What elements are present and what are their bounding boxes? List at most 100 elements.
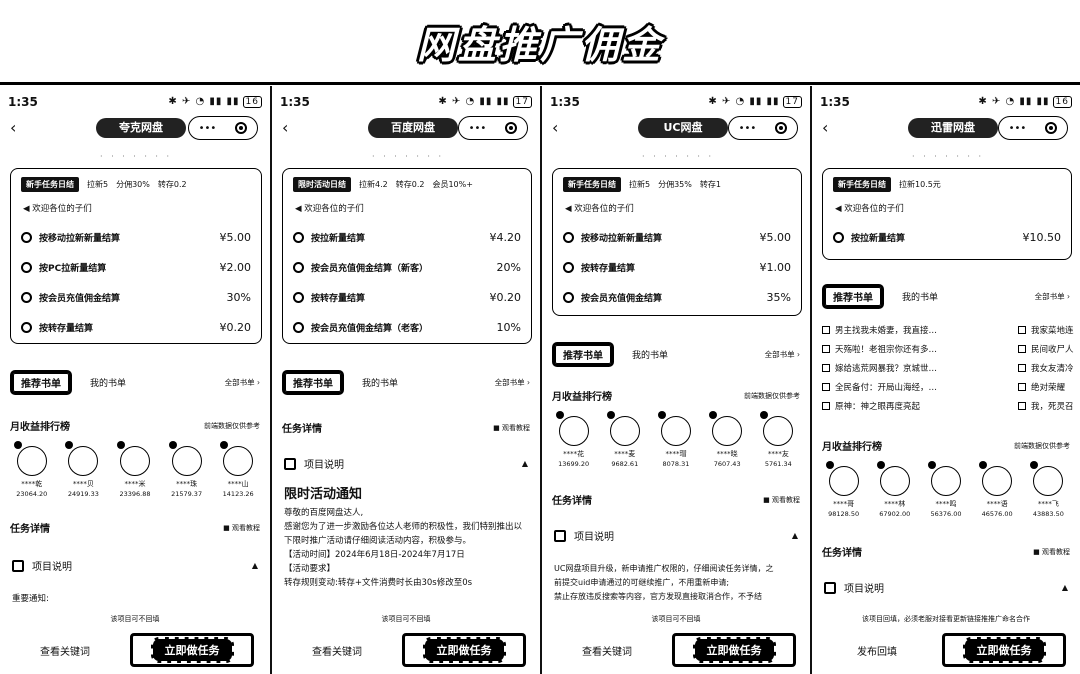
tab-my-books[interactable]: 我的书单 [362,376,398,389]
radio-icon [21,232,32,243]
keyword-button[interactable]: 查看关键词 [0,643,130,658]
doc-icon [284,457,296,470]
price-card: 新手任务日结 拉新5 分佣30% 转存0.2 ◀ 欢迎各位的子们 按移动拉新新量… [10,168,262,344]
radio-icon [293,262,304,273]
tab-my-books[interactable]: 我的书单 [632,348,668,361]
status-bar: 1:35 ✱ ✈ ◔ ▮▮ ▮▮ 16 [820,94,1072,110]
keyword-button[interactable]: 查看关键词 [272,643,402,658]
book-item[interactable]: 我家菜地连 [1018,320,1080,339]
keyword-button[interactable]: 查看关键词 [542,643,672,658]
row-price: ¥5.00 [759,231,792,244]
project-body: UC网盘项目升级，新申请推广权限的，仔细阅读任务详情，之 前提交uid申请通过的… [554,562,800,604]
close-target-icon[interactable] [775,122,788,134]
rank-item: ****哥 98128.50 [821,461,867,518]
do-task-label: 立即做任务 [150,637,234,663]
tab-recommended[interactable]: 推荐书单 [552,342,614,367]
back-icon[interactable]: ‹ [10,118,16,137]
tutorial-link[interactable]: ■ 观看教程 [493,423,530,433]
tag: 转存0.2 [157,180,187,189]
tutorial-link[interactable]: ■ 观看教程 [1033,547,1070,557]
do-task-button[interactable]: 立即做任务 [942,633,1066,667]
project-header[interactable]: 项目说明 ▲ [284,456,528,471]
book-icon [822,401,830,410]
rank-item: ****飞 43883.50 [1025,461,1071,518]
project-header[interactable]: 项目说明 ▲ [824,580,1068,595]
mini-capsule[interactable]: ••• [998,116,1068,140]
project-header[interactable]: 项目说明 ▲ [554,528,798,543]
more-icon[interactable]: ••• [739,123,757,134]
mini-capsule[interactable]: ••• [188,116,258,140]
rank-amount: 24919.33 [67,490,99,498]
tag: 拉新4.2 [359,180,388,189]
back-icon[interactable]: ‹ [282,118,288,137]
rank-amount: 9682.61 [611,460,639,468]
close-target-icon[interactable] [505,122,518,134]
collapse-icon[interactable]: ▲ [252,561,258,570]
tab-recommended[interactable]: 推荐书单 [282,370,344,395]
rank-subtitle: 前端数据仅供参考 [1014,441,1070,450]
notice: ◀ 欢迎各位的子们 [23,202,251,214]
book-icon [1018,363,1026,372]
tag: 会员10%+ [432,180,473,189]
project-header[interactable]: 项目说明 ▲ [12,558,258,573]
banner-title: 网盘推广佣金 [416,23,663,67]
body-line: 感谢您为了进一步激励各位达人老师的积极性，我们特别推出以 [284,522,523,532]
more-icon[interactable]: ••• [1009,123,1027,134]
close-target-icon[interactable] [235,122,248,134]
body-line: 【活动要求】 [284,564,336,574]
bottom-bar: 发布回填 立即做任务 [812,630,1080,670]
book-item[interactable]: 天殇啦！老祖宗你还有多… [822,339,1018,358]
keyword-button[interactable]: 发布回填 [812,643,942,658]
tutorial-link[interactable]: ■ 观看教程 [223,523,260,533]
row-price: ¥1.00 [759,261,792,274]
do-task-button[interactable]: 立即做任务 [672,633,796,667]
back-icon[interactable]: ‹ [822,118,828,137]
book-item[interactable]: 全民备付：开局山海经，… [822,377,1018,396]
book-title: 我家菜地连 [1031,325,1074,336]
collapse-icon[interactable]: ▲ [792,531,798,540]
all-books-link[interactable]: 全部书单 › [495,377,530,388]
nav-title: UC网盘 [638,118,728,138]
task-title: 任务详情 [552,496,592,507]
book-item[interactable]: 我，死灵召 [1018,396,1080,415]
book-item[interactable]: 原神：神之眼再度亮起 [822,396,1018,415]
tab-my-books[interactable]: 我的书单 [902,290,938,303]
collapse-icon[interactable]: ▲ [522,459,528,468]
collapse-icon[interactable]: ▲ [1062,583,1068,592]
do-task-button[interactable]: 立即做任务 [402,633,526,667]
mini-capsule[interactable]: ••• [458,116,528,140]
status-time: 1:35 [8,95,38,109]
rank-name: ****林 [884,500,906,508]
price-card: 新手任务日结 拉新5 分佣35% 转存1 ◀ 欢迎各位的子们 按移动拉新新量结算… [552,168,802,316]
mini-capsule[interactable]: ••• [728,116,798,140]
rank-item: ****麦 9682.61 [602,411,648,468]
avatar [555,411,589,446]
book-icon [822,363,830,372]
project-label: 项目说明 [844,584,884,595]
book-item[interactable]: 嫁给逃荒网暴我？京城世… [822,358,1018,377]
tab-my-books[interactable]: 我的书单 [90,376,126,389]
do-task-button[interactable]: 立即做任务 [130,633,254,667]
rank-name: ****麦 [614,450,636,458]
tab-recommended[interactable]: 推荐书单 [10,370,72,395]
nav-title: 百度网盘 [368,118,458,138]
more-icon[interactable]: ••• [469,123,487,134]
nav-bar: ‹ 夸克网盘 ••• [6,116,264,142]
notice-text: 欢迎各位的子们 [304,204,364,214]
avatar [825,461,859,496]
all-books-link[interactable]: 全部书单 › [1035,291,1070,302]
back-icon[interactable]: ‹ [552,118,558,137]
book-item[interactable]: 我女友清冷 [1018,358,1080,377]
tab-recommended[interactable]: 推荐书单 [822,284,884,309]
book-item[interactable]: 男主找我未婚妻，我直接… [822,320,1018,339]
rank-name: ****米 [124,480,146,488]
all-books-link[interactable]: 全部书单 › [225,377,260,388]
project-body: 重要通知: [12,592,260,606]
book-item[interactable]: 绝对荣耀 [1018,377,1080,396]
task-title: 任务详情 [10,524,50,535]
tutorial-link[interactable]: ■ 观看教程 [763,495,800,505]
all-books-link[interactable]: 全部书单 › [765,349,800,360]
book-item[interactable]: 民间收尸人 [1018,339,1080,358]
more-icon[interactable]: ••• [199,123,217,134]
close-target-icon[interactable] [1045,122,1058,134]
